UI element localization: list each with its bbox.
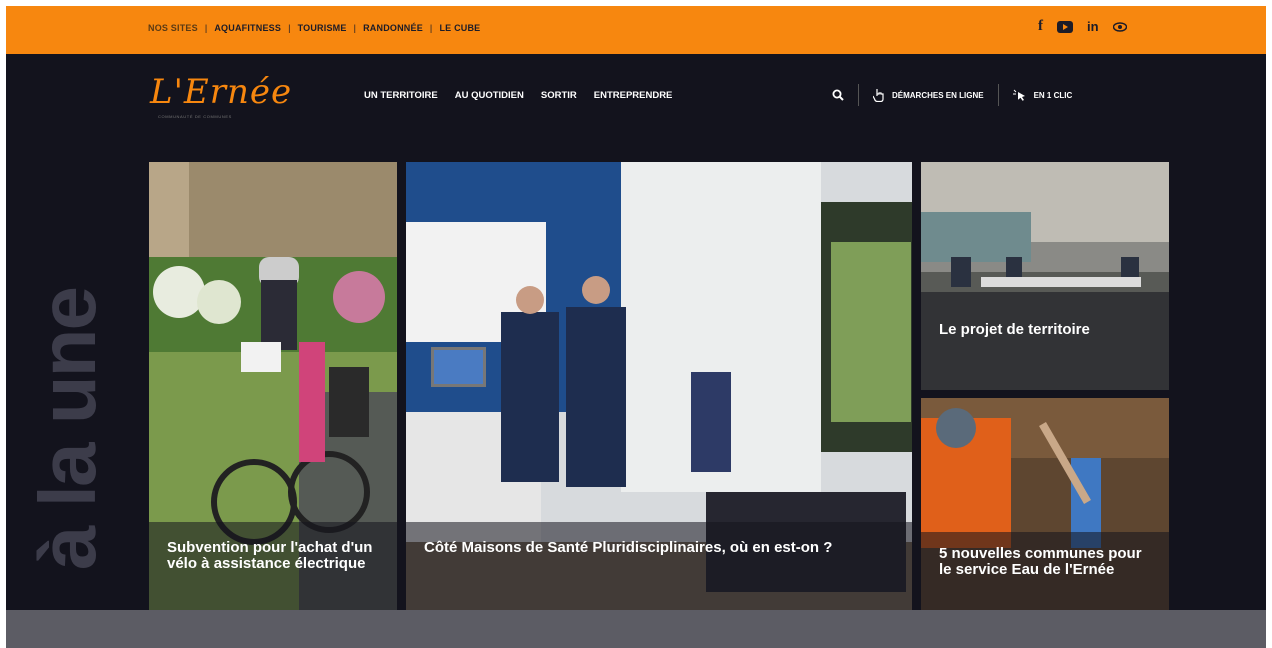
pointer-hand-icon bbox=[873, 89, 884, 102]
facebook-icon[interactable]: f bbox=[1038, 18, 1043, 35]
news-card-eau[interactable]: 5 nouvelles communes pour le service Eau… bbox=[921, 398, 1169, 610]
youtube-icon[interactable] bbox=[1057, 20, 1073, 33]
nos-sites-link[interactable]: NOS SITES bbox=[148, 23, 198, 33]
card-caption: 5 nouvelles communes pour le service Eau… bbox=[921, 532, 1169, 610]
aquafitness-link[interactable]: AQUAFITNESS bbox=[214, 23, 281, 33]
news-card-projet-territoire[interactable]: Le projet de territoire bbox=[921, 162, 1169, 390]
content-band bbox=[6, 610, 1266, 648]
click-icon bbox=[1012, 89, 1025, 101]
top-bar: NOS SITES | AQUAFITNESS | TOURISME | RAN… bbox=[6, 6, 1266, 54]
nav-entreprendre[interactable]: ENTREPRENDRE bbox=[594, 90, 673, 101]
hero-area: L'Ernée COMMUNAUTÉ DE COMMUNES UN TERRIT… bbox=[6, 54, 1266, 610]
linkedin-icon[interactable]: in bbox=[1087, 19, 1099, 34]
divider bbox=[858, 84, 859, 106]
news-card-velo[interactable]: Subvention pour l'achat d'un vélo à assi… bbox=[149, 162, 397, 610]
logo-text: L'Ernée bbox=[150, 72, 293, 112]
divider bbox=[997, 84, 999, 106]
header-tools: DÉMARCHES EN LIGNE EN 1 CLIC bbox=[832, 84, 1072, 106]
separator: | bbox=[353, 23, 357, 33]
news-card-maisons-sante[interactable]: Côté Maisons de Santé Pluridisciplinaire… bbox=[406, 162, 912, 610]
en-1-clic-label: EN 1 CLIC bbox=[1033, 90, 1073, 100]
demarches-en-ligne-link[interactable]: DÉMARCHES EN LIGNE bbox=[873, 88, 984, 102]
demarches-label: DÉMARCHES EN LIGNE bbox=[892, 90, 984, 100]
page: NOS SITES | AQUAFITNESS | TOURISME | RAN… bbox=[6, 6, 1266, 648]
site-logo[interactable]: L'Ernée COMMUNAUTÉ DE COMMUNES bbox=[148, 72, 291, 124]
sites-nav: NOS SITES | AQUAFITNESS | TOURISME | RAN… bbox=[148, 23, 480, 33]
separator: | bbox=[204, 23, 208, 33]
social-links: f in bbox=[1038, 18, 1127, 35]
section-title: à la une bbox=[20, 229, 116, 629]
card-caption: Le projet de territoire bbox=[921, 292, 1169, 390]
logo-subtitle: COMMUNAUTÉ DE COMMUNES bbox=[158, 114, 232, 119]
search-icon[interactable] bbox=[832, 89, 844, 101]
main-nav: UN TERRITOIRE AU QUOTIDIEN SORTIR ENTREP… bbox=[364, 90, 672, 101]
separator: | bbox=[288, 23, 291, 33]
le-cube-link[interactable]: LE CUBE bbox=[439, 23, 480, 33]
nav-au-quotidien[interactable]: AU QUOTIDIEN bbox=[455, 90, 524, 101]
nav-sortir[interactable]: SORTIR bbox=[541, 90, 577, 101]
separator: | bbox=[429, 23, 433, 33]
en-1-clic-link[interactable]: EN 1 CLIC bbox=[1012, 89, 1073, 101]
card-caption: Subvention pour l'achat d'un vélo à assi… bbox=[149, 522, 397, 610]
randonnee-link[interactable]: RANDONNÉE bbox=[363, 23, 423, 33]
tourisme-link[interactable]: TOURISME bbox=[298, 23, 347, 33]
eye-icon[interactable] bbox=[1112, 21, 1127, 32]
a-la-une-label: à la une bbox=[23, 288, 113, 570]
card-caption: Côté Maisons de Santé Pluridisciplinaire… bbox=[406, 522, 912, 610]
nav-un-territoire[interactable]: UN TERRITOIRE bbox=[364, 90, 438, 101]
